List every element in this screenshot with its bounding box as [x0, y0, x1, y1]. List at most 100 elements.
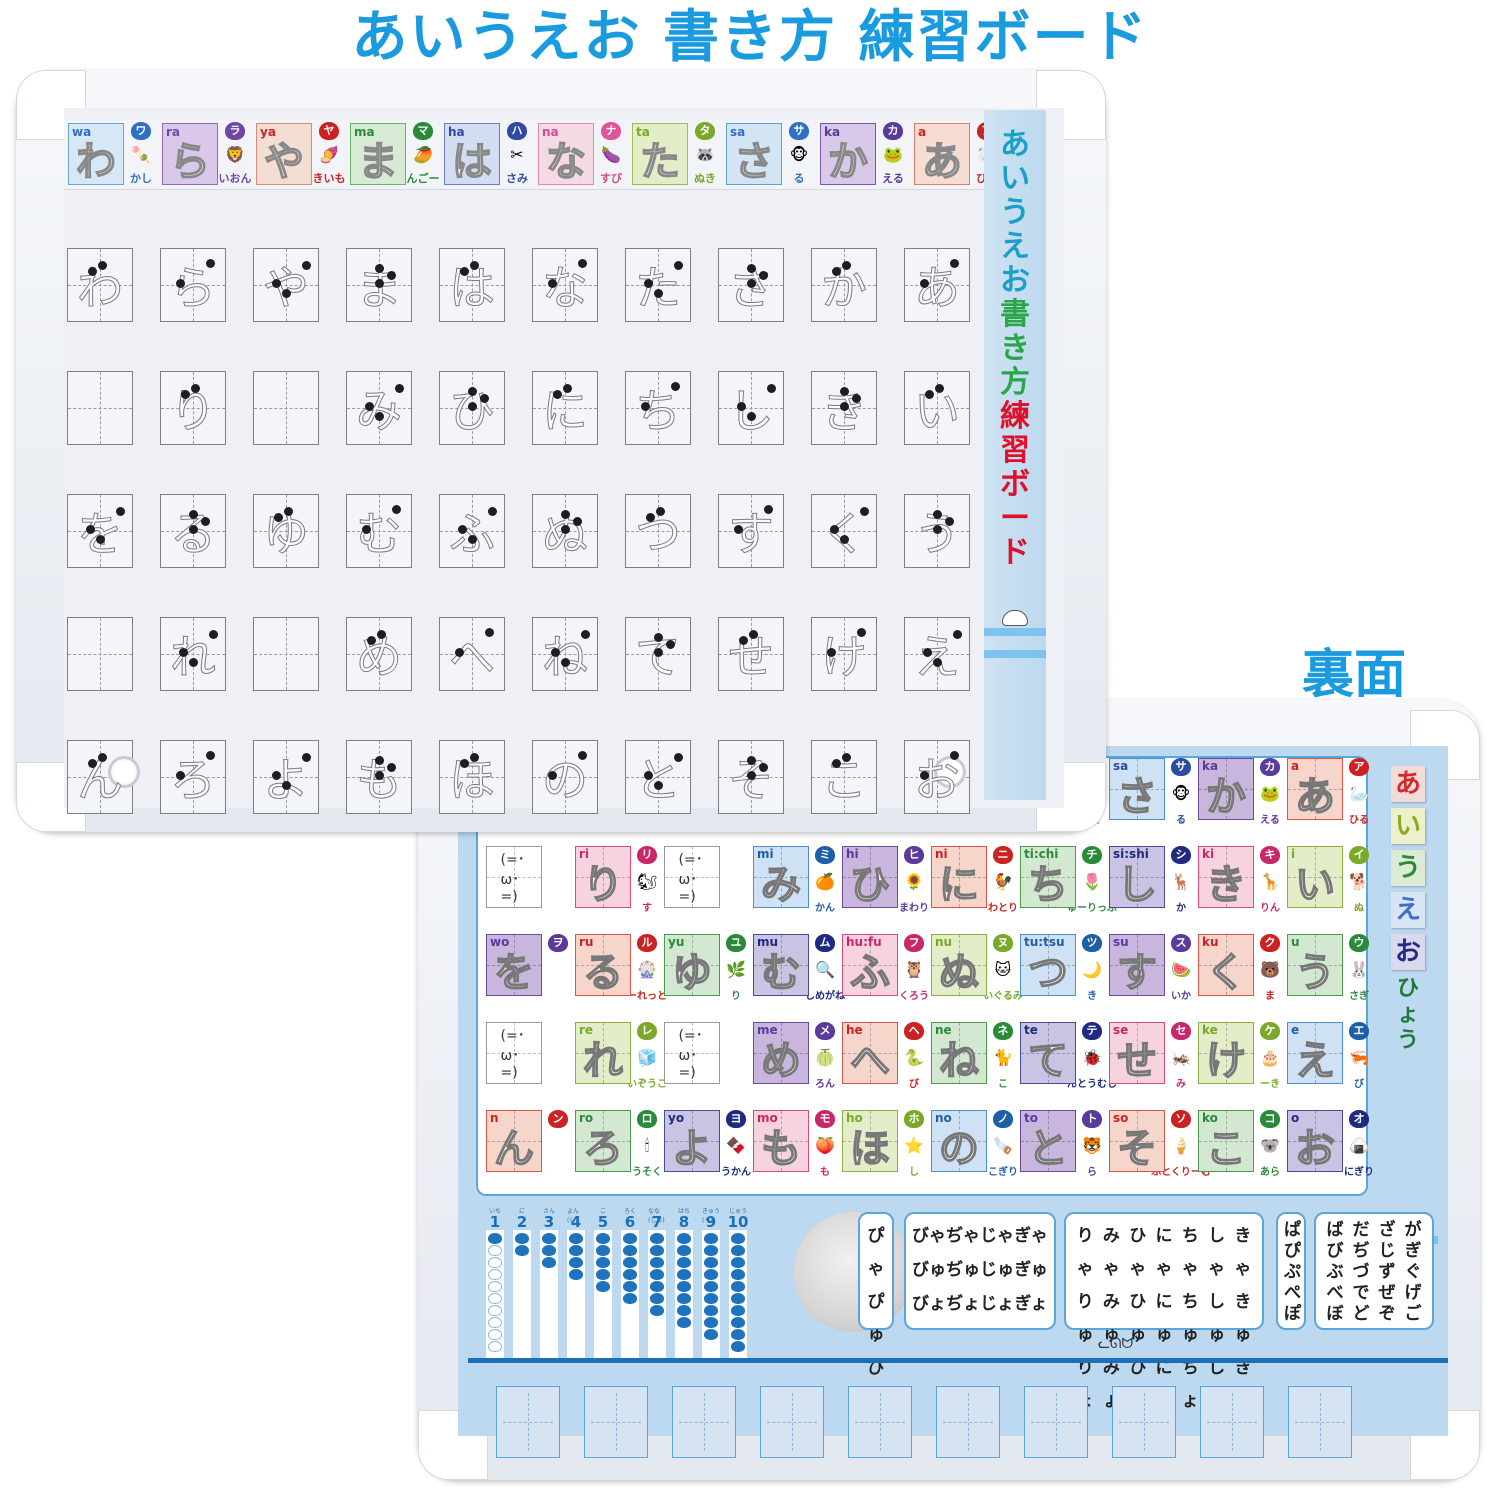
kana-tile-hi[interactable]: hi ひヒ 🌻 まわり: [842, 846, 931, 916]
tracing-cell-せ[interactable]: せ: [718, 617, 784, 691]
tracing-cell-の[interactable]: の: [532, 740, 598, 814]
writing-box[interactable]: [496, 1386, 560, 1458]
tracing-cell-を[interactable]: を: [67, 494, 133, 568]
kana-tile-wa[interactable]: wa わワ 🍡 かし: [68, 120, 158, 188]
tracing-cell-ま[interactable]: ま: [346, 248, 412, 322]
tracing-cell-わ[interactable]: わ: [67, 248, 133, 322]
kana-tile-o[interactable]: o おオ 🍙 にぎり: [1287, 1110, 1376, 1180]
kana-tile-no[interactable]: no のノ 🪚 こぎり: [931, 1110, 1020, 1180]
tracing-cell-こ[interactable]: こ: [811, 740, 877, 814]
tracing-cell-つ[interactable]: つ: [625, 494, 691, 568]
kana-tile-e[interactable]: e えエ 🦐 び: [1287, 1022, 1376, 1092]
tracing-cell-み[interactable]: み: [346, 371, 412, 445]
kana-tile-yu[interactable]: yu ゆユ 🌿 り: [664, 934, 753, 1004]
tracing-cell-れ[interactable]: れ: [160, 617, 226, 691]
writing-box[interactable]: [1024, 1386, 1088, 1458]
tracing-cell-か[interactable]: か: [811, 248, 877, 322]
kana-tile-ka[interactable]: ka かカ 🐸 える: [820, 120, 910, 188]
kana-tile-mi[interactable]: mi みミ 🍊 かん: [753, 846, 842, 916]
kana-tile-ti:chi[interactable]: ti:chi ちチ 🌷 ゅーりっぷ: [1020, 846, 1117, 916]
empty-cell[interactable]: [67, 371, 133, 445]
tracing-cell-し[interactable]: し: [718, 371, 784, 445]
kana-tile-ru[interactable]: ru るル 🎡 ーれっと: [575, 934, 667, 1004]
tracing-cell-ぬ[interactable]: ぬ: [532, 494, 598, 568]
kana-tile-ki[interactable]: ki きキ 🦒 りん: [1198, 846, 1287, 916]
kana-tile-ro[interactable]: ro ろロ 🕯 うそく: [575, 1110, 664, 1180]
kana-tile-ho[interactable]: ho ほホ ⭐ し: [842, 1110, 931, 1180]
empty-cell[interactable]: [67, 617, 133, 691]
kana-tile-mu[interactable]: mu むム 🔍 しめがね: [753, 934, 845, 1004]
tracing-cell-き[interactable]: き: [811, 371, 877, 445]
kana-tile-se[interactable]: se せセ 🦗 み: [1109, 1022, 1198, 1092]
tracing-cell-ふ[interactable]: ふ: [439, 494, 505, 568]
tracing-cell-は[interactable]: は: [439, 248, 505, 322]
kana-tile-ta[interactable]: taたタ 🦝 ぬき: [632, 120, 722, 188]
tracing-cell-ほ[interactable]: ほ: [439, 740, 505, 814]
kana-tile-yo[interactable]: yo よヨ 🍫 うかん: [664, 1110, 753, 1180]
writing-box[interactable]: [936, 1386, 1000, 1458]
tracing-cell-や[interactable]: や: [253, 248, 319, 322]
kana-tile-na[interactable]: na なナ 🍆 すび: [538, 120, 628, 188]
tracing-cell-と[interactable]: と: [625, 740, 691, 814]
writing-box[interactable]: [584, 1386, 648, 1458]
tracing-cell-な[interactable]: な: [532, 248, 598, 322]
kana-tile-sa[interactable]: sa さサ 🐵 る: [1109, 758, 1198, 828]
writing-box[interactable]: [1112, 1386, 1176, 1458]
tracing-cell-ひ[interactable]: ひ: [439, 371, 505, 445]
tracing-cell-も[interactable]: も: [346, 740, 412, 814]
tracing-cell-え[interactable]: え: [904, 617, 970, 691]
kana-tile-he[interactable]: he へヘ 🐍 び: [842, 1022, 931, 1092]
kana-tile-ka[interactable]: ka かカ 🐸 える: [1198, 758, 1287, 828]
kana-tile-re[interactable]: re れレ 🧊 いぞうこ: [575, 1022, 667, 1092]
tracing-cell-よ[interactable]: よ: [253, 740, 319, 814]
kana-tile-so[interactable]: so そソ 🍦 ふとくりーむ: [1109, 1110, 1211, 1180]
writing-box[interactable]: [848, 1386, 912, 1458]
tracing-cell-い[interactable]: い: [904, 371, 970, 445]
kana-tile-ni[interactable]: ni にニ 🐓 わとり: [931, 846, 1020, 916]
kana-tile-ne[interactable]: ne ねネ 🐈 こ: [931, 1022, 1020, 1092]
kana-tile-mo[interactable]: mo もモ 🍑 も: [753, 1110, 842, 1180]
tracing-cell-む[interactable]: む: [346, 494, 412, 568]
kana-tile-ra[interactable]: ra らラ 🦁 いおん: [162, 120, 252, 188]
tracing-cell-る[interactable]: る: [160, 494, 226, 568]
kana-tile-ke[interactable]: ke けケ 🎂 ーき: [1198, 1022, 1287, 1092]
tracing-cell-ち[interactable]: ち: [625, 371, 691, 445]
writing-box[interactable]: [672, 1386, 736, 1458]
kana-tile-su[interactable]: su すス 🍉 いか: [1109, 934, 1198, 1004]
kana-tile-ku[interactable]: ku くク 🐻 ま: [1198, 934, 1287, 1004]
kana-tile-hu:fu[interactable]: hu:fu ふフ 🦉 くろう: [842, 934, 931, 1004]
writing-box[interactable]: [1200, 1386, 1264, 1458]
kana-tile-u[interactable]: u うウ 🐰 さぎ: [1287, 934, 1376, 1004]
kana-tile-tu:tsu[interactable]: tu:tsu つツ 🌙 き: [1020, 934, 1109, 1004]
kana-tile-si:shi[interactable]: si:shi しシ 🦌 か: [1109, 846, 1198, 916]
empty-cell[interactable]: [253, 371, 319, 445]
kana-tile-sa[interactable]: sa さサ 🐵 る: [726, 120, 816, 188]
tracing-cell-す[interactable]: す: [718, 494, 784, 568]
tracing-cell-う[interactable]: う: [904, 494, 970, 568]
tracing-cell-あ[interactable]: あ: [904, 248, 970, 322]
tracing-cell-ろ[interactable]: ろ: [160, 740, 226, 814]
tracing-cell-り[interactable]: り: [160, 371, 226, 445]
tracing-cell-た[interactable]: た: [625, 248, 691, 322]
tracing-cell-て[interactable]: て: [625, 617, 691, 691]
kana-tile-ri[interactable]: ri りリ 🐿 す: [575, 846, 664, 916]
kana-tile-to[interactable]: to とト 🐯 ら: [1020, 1110, 1109, 1180]
kana-tile-i[interactable]: i いイ 🐕 ぬ: [1287, 846, 1376, 916]
tracing-cell-に[interactable]: に: [532, 371, 598, 445]
kana-tile-ya[interactable]: ya やヤ 🍠 きいも: [256, 120, 346, 188]
tracing-cell-ら[interactable]: ら: [160, 248, 226, 322]
kana-tile-a[interactable]: aあア 🦢 ひる: [1287, 758, 1376, 828]
tracing-cell-め[interactable]: め: [346, 617, 412, 691]
tracing-cell-け[interactable]: け: [811, 617, 877, 691]
tracing-cell-そ[interactable]: そ: [718, 740, 784, 814]
kana-tile-wo[interactable]: wo をヲ: [486, 934, 575, 1004]
kana-tile-me[interactable]: me めメ 🍈 ろん: [753, 1022, 842, 1092]
kana-tile-ko[interactable]: ko こコ 🐨 あら: [1198, 1110, 1287, 1180]
tracing-cell-へ[interactable]: へ: [439, 617, 505, 691]
kana-tile-ha[interactable]: ha はハ ✂ さみ: [444, 120, 534, 188]
tracing-cell-ゆ[interactable]: ゆ: [253, 494, 319, 568]
empty-cell[interactable]: [253, 617, 319, 691]
tracing-cell-ね[interactable]: ね: [532, 617, 598, 691]
kana-tile-n[interactable]: nんン: [486, 1110, 575, 1180]
kana-tile-te[interactable]: te てテ 🐞 んとうむし: [1020, 1022, 1117, 1092]
